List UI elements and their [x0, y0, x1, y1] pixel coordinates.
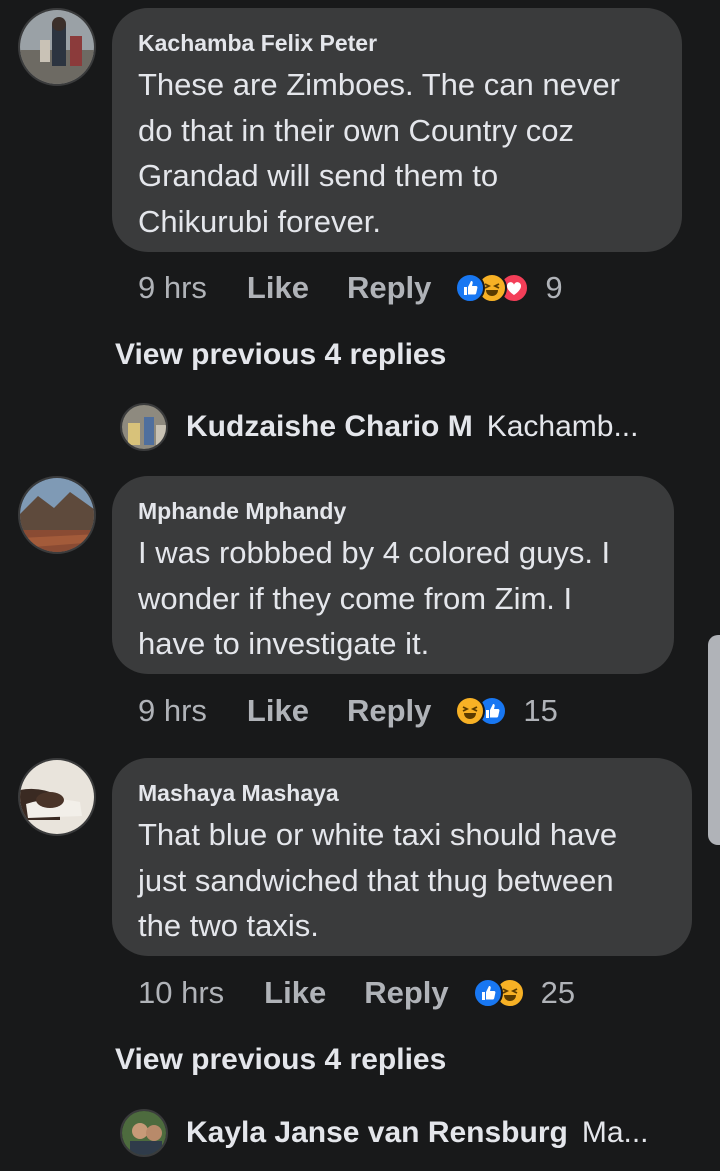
reactions[interactable]: [455, 273, 530, 303]
comment-author[interactable]: Kachamba Felix Peter: [138, 28, 656, 58]
comment-text: These are Zimboes. The can never do that…: [138, 67, 620, 239]
comment-actions: 10 hrs Like Reply 25: [138, 971, 575, 1015]
reactions[interactable]: [472, 978, 525, 1008]
reaction-count[interactable]: 25: [541, 975, 575, 1011]
like-reaction-icon: [455, 273, 486, 303]
haha-reaction-icon: [455, 696, 486, 726]
reply-snippet: Ma...: [581, 1116, 649, 1149]
reply-author: Kayla Janse van Rensburg: [186, 1116, 568, 1149]
latest-reply-preview[interactable]: Kudzaishe Chario M Kachamb...: [120, 402, 680, 452]
comment-bubble: Kachamba Felix Peter These are Zimboes. …: [112, 8, 682, 252]
comment-author[interactable]: Mphande Mphandy: [138, 496, 648, 526]
reply-button[interactable]: Reply: [364, 975, 448, 1011]
comment-bubble: Mphande Mphandy I was robbbed by 4 color…: [112, 476, 674, 674]
comment-text: That blue or white taxi should have just…: [138, 817, 618, 943]
avatar: [120, 1109, 168, 1157]
latest-reply-preview[interactable]: Kayla Janse van Rensburg Ma...: [120, 1108, 680, 1158]
like-button[interactable]: Like: [247, 693, 309, 729]
reply-author: Kudzaishe Chario M: [186, 410, 473, 443]
scrollbar-handle[interactable]: [708, 635, 720, 845]
reaction-count[interactable]: 15: [523, 693, 557, 729]
like-button[interactable]: Like: [247, 270, 309, 306]
comment-text: I was robbbed by 4 colored guys. I wonde…: [138, 535, 611, 661]
comment-timestamp[interactable]: 10 hrs: [138, 975, 224, 1011]
comment-actions: 9 hrs Like Reply 9: [138, 266, 563, 310]
reaction-count[interactable]: 9: [545, 270, 562, 306]
view-previous-replies-link[interactable]: View previous 4 replies: [115, 338, 446, 372]
like-reaction-icon: [472, 978, 503, 1008]
avatar[interactable]: [18, 476, 96, 554]
comment-timestamp[interactable]: 9 hrs: [138, 693, 207, 729]
comment-actions: 9 hrs Like Reply 15: [138, 689, 558, 733]
avatar[interactable]: [18, 8, 96, 86]
reactions[interactable]: [455, 696, 508, 726]
comment-timestamp[interactable]: 9 hrs: [138, 270, 207, 306]
view-previous-replies-link[interactable]: View previous 4 replies: [115, 1043, 446, 1077]
avatar: [120, 403, 168, 451]
avatar[interactable]: [18, 758, 96, 836]
reply-snippet: Kachamb...: [486, 410, 639, 443]
reply-button[interactable]: Reply: [347, 270, 431, 306]
comment-bubble: Mashaya Mashaya That blue or white taxi …: [112, 758, 692, 956]
comment-author[interactable]: Mashaya Mashaya: [138, 778, 666, 808]
reply-button[interactable]: Reply: [347, 693, 431, 729]
like-button[interactable]: Like: [264, 975, 326, 1011]
